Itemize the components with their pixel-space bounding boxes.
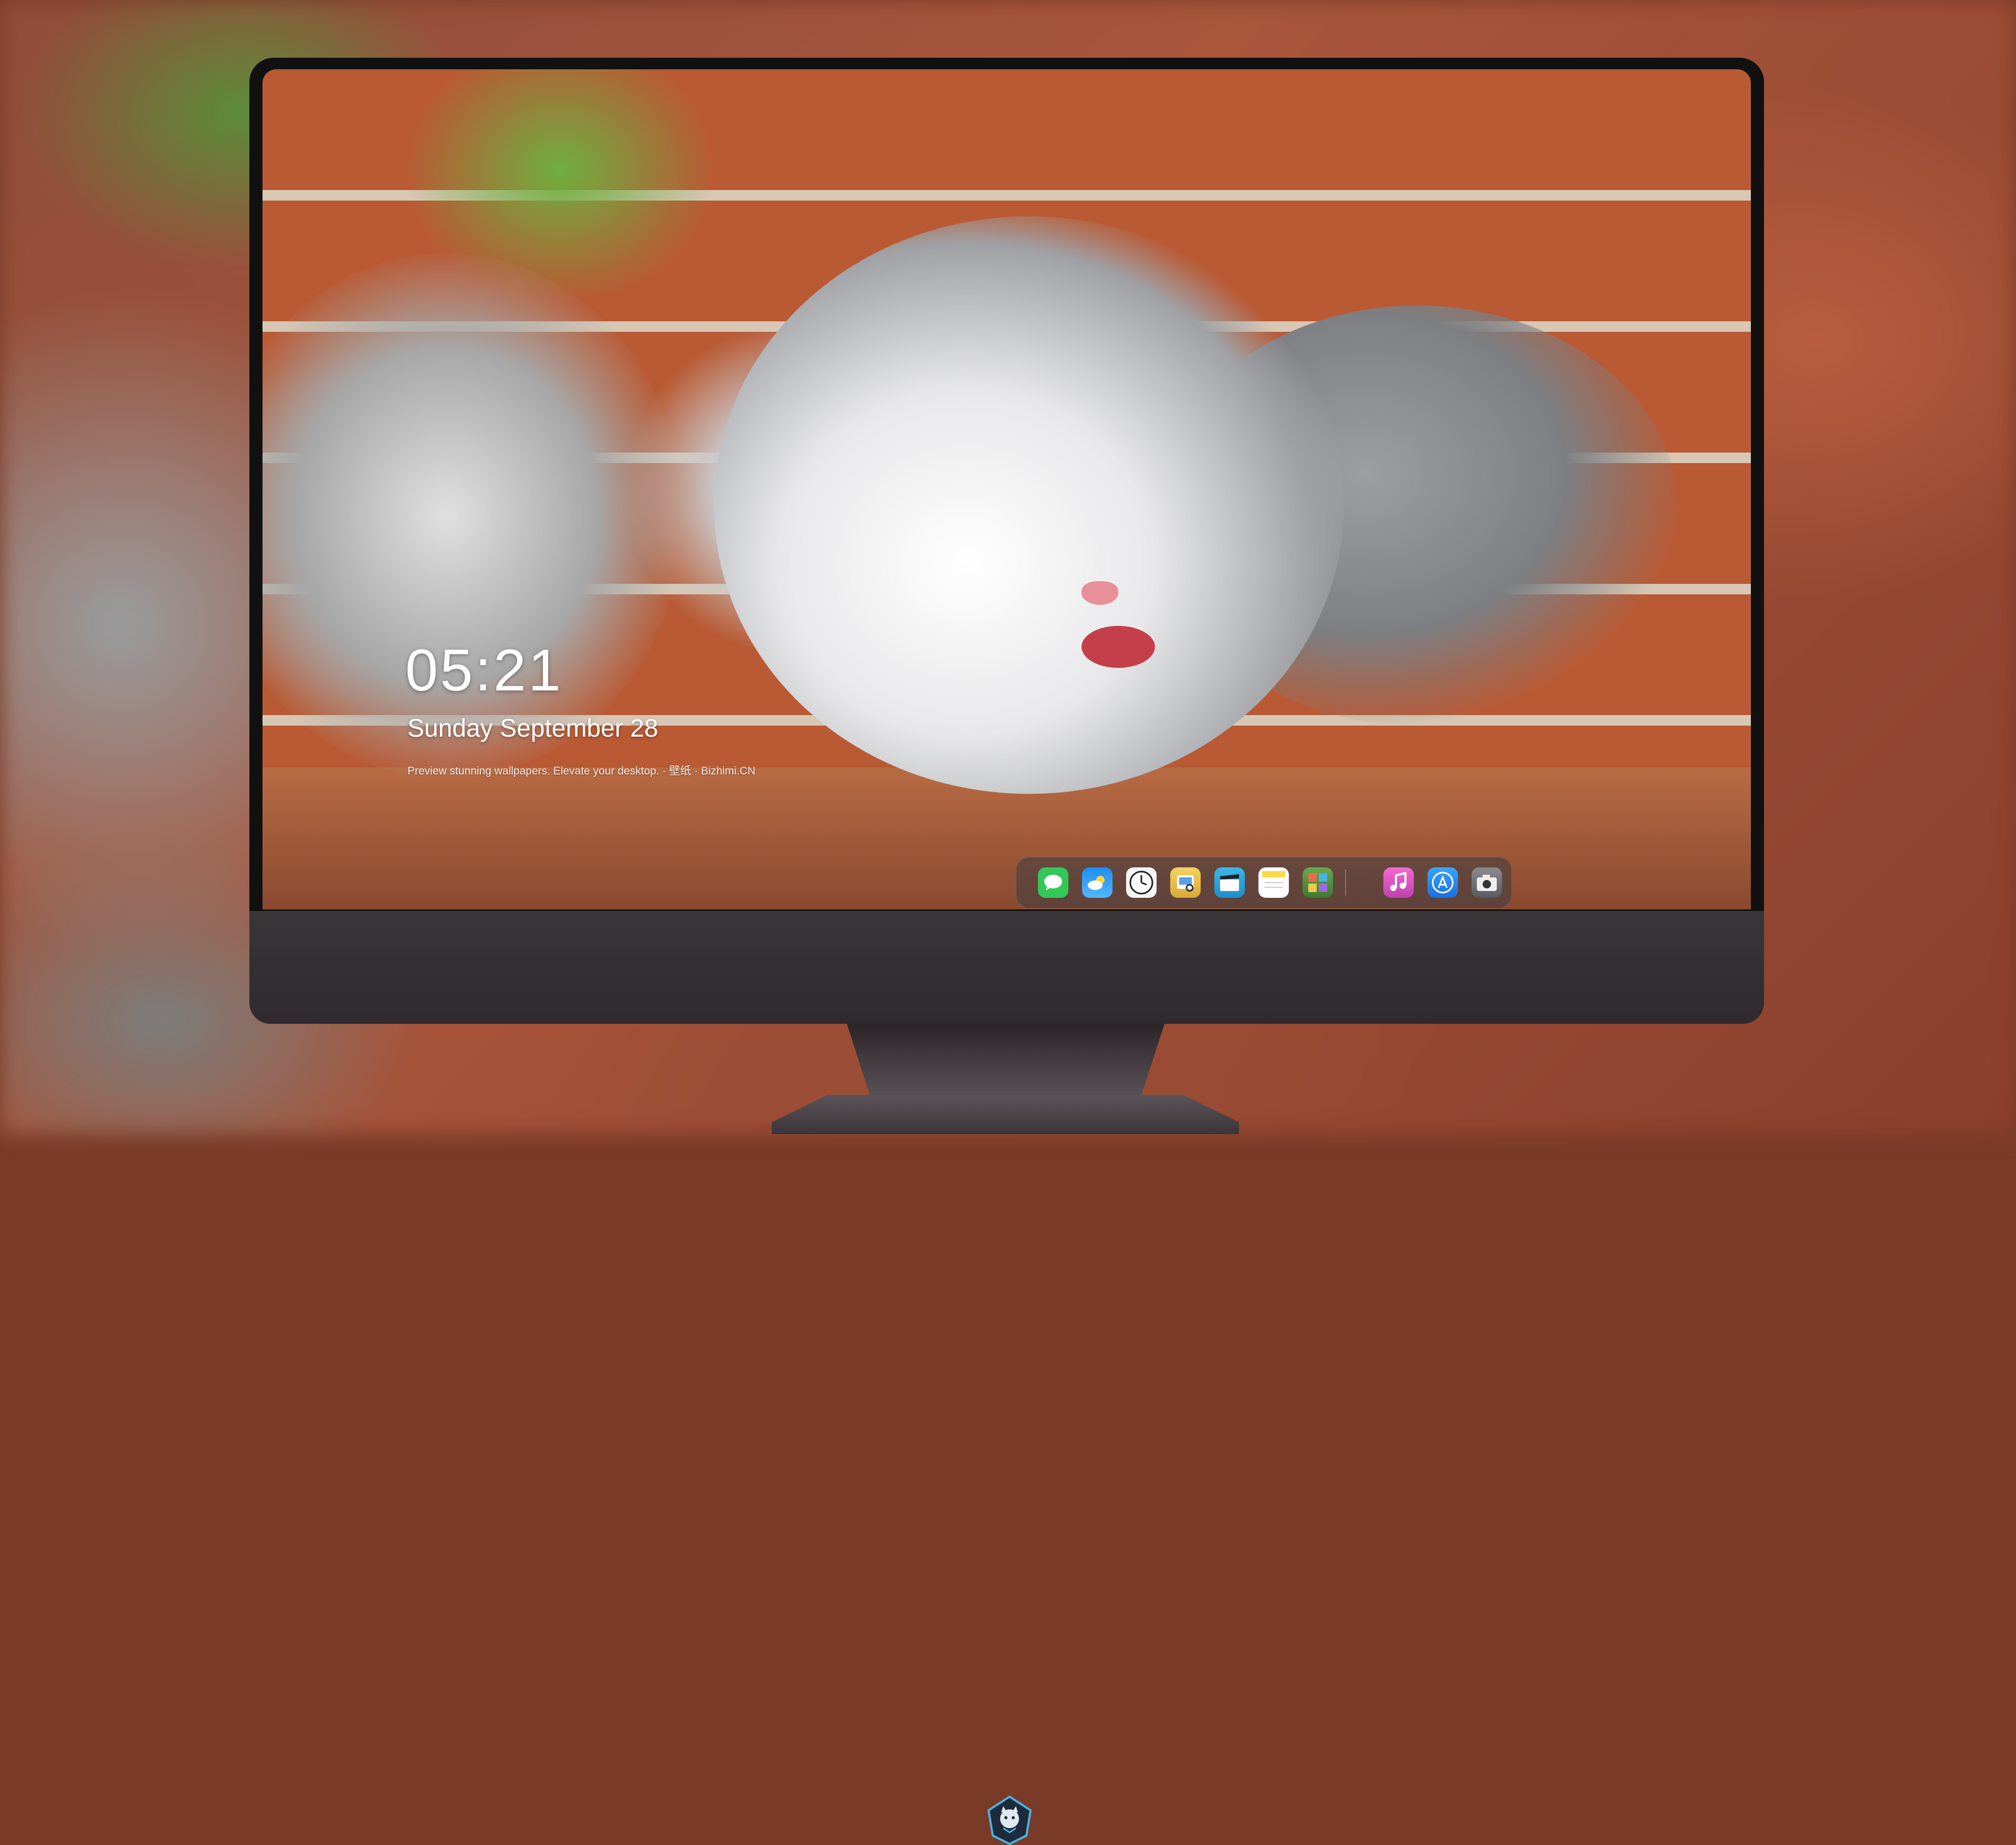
imac-monitor: 05:21 Sunday September 28 Preview stunni… [249, 58, 1764, 1845]
monitor-stand-base [772, 1095, 1239, 1134]
preview-icon[interactable] [1170, 867, 1201, 898]
desktop-screen: 05:21 Sunday September 28 Preview stunni… [262, 69, 1751, 909]
mascot-logo-icon [987, 1795, 1032, 1845]
message-bubble-icon[interactable] [1038, 867, 1068, 898]
camera-icon[interactable] [1472, 867, 1502, 898]
lockscreen-date: Sunday September 28 [407, 715, 658, 742]
music-note-icon[interactable] [1383, 867, 1414, 898]
dock-separator [1345, 869, 1346, 896]
monitor-stand-neck [847, 1024, 1164, 1103]
screen-bezel: 05:21 Sunday September 28 Preview stunni… [249, 58, 1764, 911]
clock-icon[interactable] [1126, 867, 1157, 898]
wallpaper-kitten-face [714, 216, 1344, 794]
notes-icon[interactable] [1258, 867, 1289, 898]
dock [1016, 857, 1512, 908]
weather-cloud-icon[interactable] [1082, 867, 1112, 898]
app-store-icon[interactable] [1427, 867, 1458, 898]
clapperboard-icon[interactable] [1214, 867, 1245, 898]
lockscreen-time: 05:21 [405, 637, 563, 703]
wallpaper-kitten-nose [1082, 581, 1118, 605]
monitor-chin [249, 911, 1764, 1845]
wallpaper-kitten-mouth [1082, 626, 1155, 668]
photo-booth-icon[interactable] [1303, 867, 1333, 898]
lockscreen-tagline: Preview stunning wallpapers. Elevate you… [407, 765, 755, 777]
